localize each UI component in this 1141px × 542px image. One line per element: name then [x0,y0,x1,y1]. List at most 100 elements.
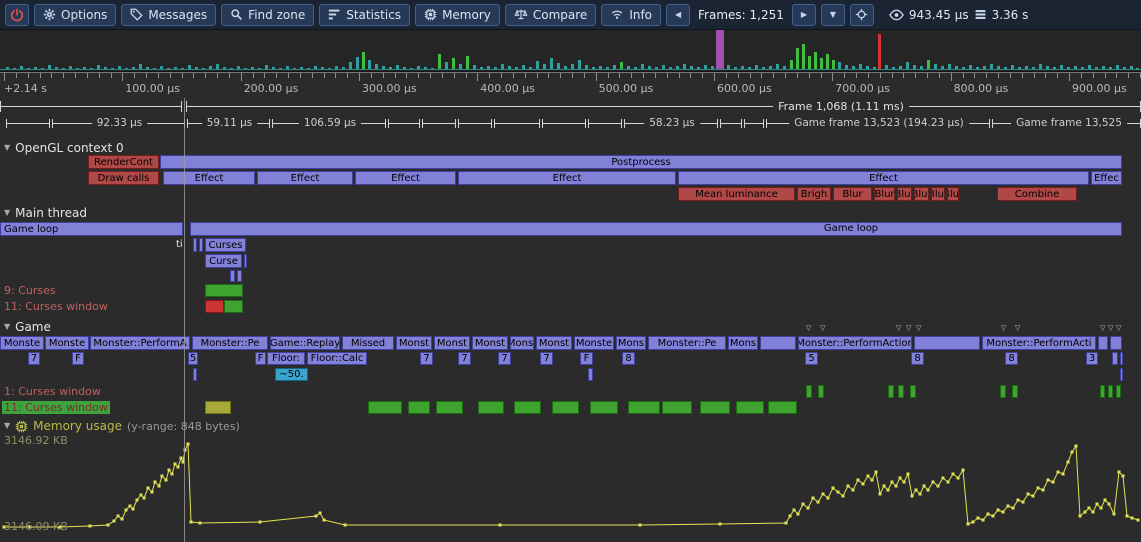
histogram-bar[interactable] [501,64,504,70]
histogram-bar[interactable] [396,65,399,70]
message-marker-icon[interactable]: ▽ [1100,325,1105,332]
message-marker-icon[interactable]: ▽ [916,325,921,332]
histogram-bar[interactable] [111,68,114,70]
histogram-bar[interactable] [948,64,951,70]
zone[interactable]: Combine [997,187,1077,201]
histogram-bar[interactable] [125,68,128,70]
message-marker-icon[interactable]: ▽ [1116,325,1121,332]
histogram-bar[interactable] [1039,64,1042,70]
histogram-bar[interactable] [1123,67,1126,70]
zone[interactable] [478,401,504,414]
histogram-bar[interactable] [727,65,730,70]
histogram-bar[interactable] [976,67,979,70]
histogram-bar[interactable] [620,62,623,70]
histogram-bar[interactable] [466,56,469,70]
memory-chart[interactable]: 3146.92 KB 3146.09 KB [0,432,1141,542]
histogram-bar[interactable] [279,68,282,70]
histogram-bar[interactable] [543,64,546,70]
histogram-bar[interactable] [755,65,758,70]
histogram-bar[interactable] [181,68,184,70]
histogram-bar[interactable] [27,68,30,70]
histogram-bar[interactable] [62,68,65,70]
histogram-bar[interactable] [662,65,665,70]
histogram-bar[interactable] [286,66,289,70]
histogram-bar[interactable] [216,64,219,70]
zone[interactable]: Effect [355,171,456,185]
histogram-bar[interactable] [783,66,786,70]
histogram-bar[interactable] [321,67,324,70]
message-marker-icon[interactable]: ▽ [820,325,825,332]
zone[interactable]: Effect [257,171,353,185]
histogram-bar[interactable] [734,67,737,70]
histogram-bar[interactable] [515,67,518,70]
zone[interactable] [436,401,463,414]
zone[interactable]: Game loop [190,222,1122,236]
histogram-bar[interactable] [34,67,37,70]
histogram-bar[interactable] [403,67,406,70]
zone[interactable]: 8 [1005,352,1018,365]
zone[interactable] [768,401,797,414]
histogram-bar[interactable] [845,65,848,70]
histogram-bar[interactable] [258,68,261,70]
histogram-bar[interactable] [955,66,958,70]
zone[interactable]: Monste [0,336,44,350]
histogram-bar[interactable] [873,67,876,70]
histogram-bar[interactable] [990,64,993,70]
histogram-bar[interactable] [913,65,916,70]
histogram-bar[interactable] [230,68,233,70]
zone[interactable] [1112,352,1118,365]
zone[interactable] [1120,368,1123,381]
histogram-bar[interactable] [1046,66,1049,70]
histogram-bar[interactable] [1025,66,1028,70]
histogram-bar[interactable] [790,60,793,70]
zone[interactable] [662,401,692,414]
histogram-bar[interactable] [1067,67,1070,70]
histogram-bar[interactable] [697,67,700,70]
frame-set-dropdown-button[interactable]: ▼ [821,4,845,26]
histogram-bar[interactable] [878,34,881,70]
zone[interactable]: Blur [874,187,895,201]
histogram-bar[interactable] [796,48,799,70]
histogram-bar[interactable] [599,66,602,70]
histogram-bar[interactable] [487,66,490,70]
frame-histogram[interactable] [0,30,1141,72]
histogram-bar[interactable] [613,65,616,70]
zone[interactable]: Blur [947,187,959,201]
histogram-bar[interactable] [382,66,385,70]
histogram-bar[interactable] [776,64,779,70]
histogram-bar[interactable] [769,66,772,70]
histogram-bar[interactable] [1032,67,1035,70]
section-header-opengl[interactable]: ▼ OpenGL context 0 [4,141,124,155]
zone[interactable]: 8 [622,352,635,365]
histogram-bar[interactable] [557,63,560,70]
zone[interactable] [205,401,231,414]
zone[interactable]: 7 [498,352,511,365]
histogram-bar[interactable] [669,67,672,70]
zone[interactable]: Blur [914,187,929,201]
histogram-bar[interactable] [300,67,303,70]
histogram-bar[interactable] [983,66,986,70]
zone[interactable] [199,238,203,252]
frame-marker-segment[interactable]: Game frame 13,523 (194.23 µs) [766,119,990,128]
histogram-bar[interactable] [362,52,365,70]
histogram-bar[interactable] [508,66,511,70]
histogram-bar[interactable] [342,67,345,70]
histogram-bar[interactable] [335,66,338,70]
zone[interactable] [1110,336,1122,350]
histogram-bar[interactable] [606,67,609,70]
section-header-main-thread[interactable]: ▼ Main thread [4,206,87,220]
histogram-bar[interactable] [188,65,191,70]
zone[interactable] [224,300,243,313]
histogram-bar[interactable] [494,67,497,70]
zone[interactable]: Missed [342,336,394,350]
zone[interactable]: Curses [205,238,246,252]
histogram-bar[interactable] [1081,67,1084,70]
histogram-bar[interactable] [244,68,247,70]
zone[interactable]: Effect [163,171,255,185]
histogram-bar[interactable] [445,62,448,70]
zone[interactable] [205,284,243,297]
zone[interactable] [1100,385,1105,398]
message-marker-icon[interactable]: ▽ [1001,325,1006,332]
histogram-bar[interactable] [90,68,93,70]
histogram-bar[interactable] [522,65,525,70]
